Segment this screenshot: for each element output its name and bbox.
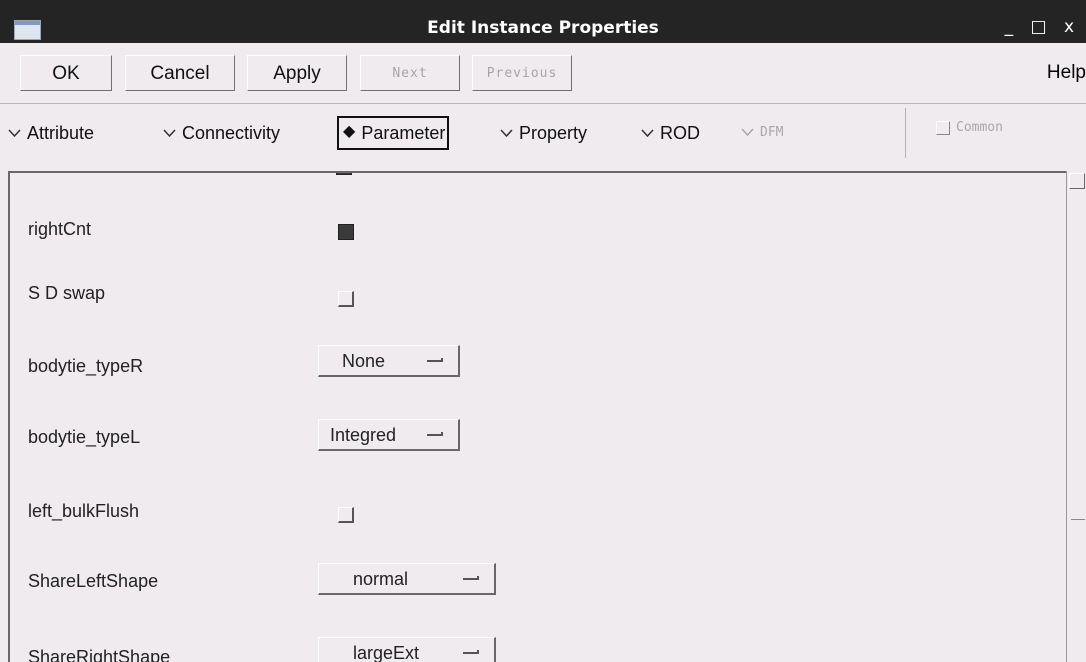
edit-instance-properties-window: Edit Instance Properties _ □ x OK Cancel… xyxy=(0,0,1086,662)
param-label-sharerightshape: ShareRightShape xyxy=(28,647,171,662)
param-label-sdswap: S D swap xyxy=(28,283,106,303)
bodytie-typel-dropdown[interactable]: Integred xyxy=(318,419,460,451)
param-label-left-bulkflush: left_bulkFlush xyxy=(28,501,140,521)
param-label-shareleftshape: ShareLeftShape xyxy=(28,571,159,591)
tab-parameter[interactable]: ◆ Parameter xyxy=(337,116,450,150)
previous-button[interactable]: Previous xyxy=(472,55,572,91)
radio-off-icon xyxy=(8,129,21,138)
tab-attribute[interactable]: Attribute xyxy=(8,118,94,148)
radio-off-icon xyxy=(741,127,754,136)
sharerightshape-value: largeExt xyxy=(353,643,420,662)
help-button[interactable]: Help xyxy=(1047,55,1086,91)
bodytie-typel-value: Integred xyxy=(330,425,397,445)
tab-dfm-label: DFM xyxy=(760,125,784,140)
tab-dfm[interactable]: DFM xyxy=(741,118,783,148)
radio-off-icon xyxy=(500,129,513,138)
toolbar-separator xyxy=(905,108,906,158)
ok-button[interactable]: OK xyxy=(20,55,112,91)
window-title: Edit Instance Properties xyxy=(427,18,659,38)
shareleftshape-value: normal xyxy=(353,569,409,589)
dropdown-indicator-icon xyxy=(463,576,479,580)
bodytie-typer-value: None xyxy=(342,351,386,371)
tab-connectivity[interactable]: Connectivity xyxy=(163,118,280,148)
checkbox-off-icon xyxy=(936,120,950,135)
tab-selector: Attribute Connectivity ◆ Parameter Proper… xyxy=(0,104,1086,162)
rightcnt-checkbox[interactable] xyxy=(338,224,354,240)
window-controls: _ □ x xyxy=(1005,17,1080,37)
shareleftshape-dropdown[interactable]: normal xyxy=(318,563,496,595)
partial-checkbox[interactable] xyxy=(336,173,352,175)
dropdown-indicator-icon xyxy=(427,432,443,436)
vertical-scrollbar[interactable] xyxy=(1066,171,1086,662)
minimize-icon[interactable]: _ xyxy=(1005,17,1020,37)
tab-rod-label: ROD xyxy=(660,123,700,143)
tab-parameter-label: Parameter xyxy=(361,123,446,143)
tab-property[interactable]: Property xyxy=(500,118,587,148)
scroll-thumb[interactable] xyxy=(1071,519,1085,520)
dropdown-indicator-icon xyxy=(463,650,479,654)
tab-property-label: Property xyxy=(519,123,588,143)
scroll-up-arrow-icon[interactable] xyxy=(1069,173,1085,189)
cancel-button[interactable]: Cancel xyxy=(125,55,235,91)
sharerightshape-dropdown[interactable]: largeExt xyxy=(318,637,496,662)
sdswap-checkbox[interactable] xyxy=(338,291,354,307)
left-bulkflush-checkbox[interactable] xyxy=(338,507,354,523)
param-label-bodytie-typer: bodytie_typeR xyxy=(28,356,144,376)
radio-on-icon: ◆ xyxy=(343,123,356,141)
apply-button[interactable]: Apply xyxy=(247,55,347,91)
param-label-bodytie-typel: bodytie_typeL xyxy=(28,427,141,447)
next-button[interactable]: Next xyxy=(360,55,460,91)
maximize-icon[interactable]: □ xyxy=(1030,17,1052,37)
common-label: Common xyxy=(956,120,1003,135)
radio-off-icon xyxy=(163,129,176,138)
parameter-panel[interactable]: rightCnt S D swap bodytie_typeR None bod… xyxy=(8,171,1066,662)
radio-off-icon xyxy=(641,129,654,138)
close-icon[interactable]: x xyxy=(1064,17,1080,37)
tab-connectivity-label: Connectivity xyxy=(182,123,281,143)
common-checkbox[interactable]: Common xyxy=(936,120,1003,135)
dropdown-indicator-icon xyxy=(427,358,443,362)
tab-attribute-label: Attribute xyxy=(27,123,95,143)
title-bar[interactable]: Edit Instance Properties _ □ x xyxy=(0,0,1086,43)
toolbar: OK Cancel Apply Next Previous Help xyxy=(0,43,1086,104)
bodytie-typer-dropdown[interactable]: None xyxy=(318,345,460,377)
param-label-rightcnt: rightCnt xyxy=(28,219,92,239)
tab-rod[interactable]: ROD xyxy=(641,118,700,148)
